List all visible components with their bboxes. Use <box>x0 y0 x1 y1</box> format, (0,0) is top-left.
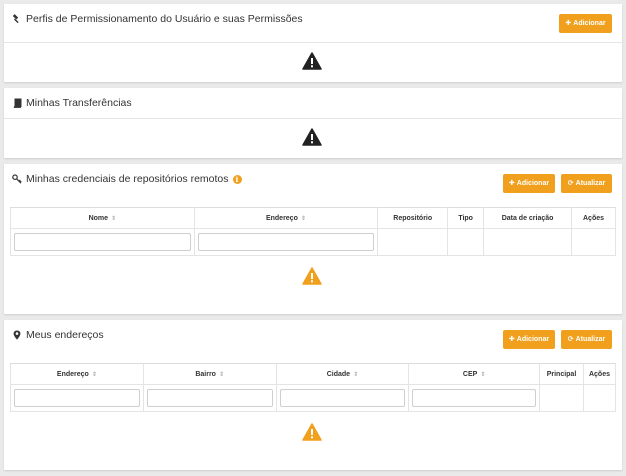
column-header-endereco[interactable]: Endereço ⇕ <box>193 207 379 229</box>
credentials-table: Nome ⇕ Endereço ⇕ Repositório Tipo Data de… <box>10 207 616 256</box>
column-header-nome[interactable]: Nome ⇕ <box>10 207 195 229</box>
sort-icon: ⇕ <box>300 215 306 222</box>
profiles-divider <box>4 42 622 43</box>
addresses-add-button[interactable]: ✚ Adicionar <box>503 330 555 349</box>
column-header-cep[interactable]: CEP ⇕ <box>408 363 541 385</box>
profiles-add-label: Adicionar <box>573 20 606 27</box>
plus-icon: ✚ <box>508 336 515 343</box>
transfers-panel: Minhas Transferências <box>4 88 622 158</box>
sort-icon: ⇕ <box>91 371 97 378</box>
sort-icon: ⇕ <box>111 215 117 222</box>
plus-icon: ✚ <box>565 20 572 27</box>
sort-icon: ⇕ <box>353 371 359 378</box>
profiles-panel-title: Perfis de Permissionamento do Usuário e … <box>12 13 303 25</box>
credentials-title-text: Minhas credenciais de repositórios remot… <box>26 173 229 185</box>
warning-icon <box>302 52 322 70</box>
credentials-refresh-button[interactable]: ⟳ Atualizar <box>561 174 612 193</box>
refresh-icon: ⟳ <box>567 336 574 343</box>
table-header-row: Endereço ⇕ Bairro ⇕ Cidade ⇕ CEP ⇕ Principal… <box>10 363 617 385</box>
credentials-add-label: Adicionar <box>516 180 550 187</box>
addresses-refresh-label: Atualizar <box>575 336 606 343</box>
credentials-refresh-label: Atualizar <box>575 180 606 187</box>
filter-row <box>10 384 617 412</box>
transfers-title-text: Minhas Transferências <box>26 97 132 109</box>
street-filter-input[interactable] <box>14 389 140 407</box>
table-header-row: Nome ⇕ Endereço ⇕ Repositório Tipo Data de… <box>10 207 616 229</box>
profiles-add-button[interactable]: ✚ Adicionar <box>559 14 612 33</box>
warning-icon <box>302 423 322 441</box>
column-header-acoes: Ações <box>571 207 616 229</box>
refresh-icon: ⟳ <box>567 180 574 187</box>
addresses-panel: Meus endereços ✚ Adicionar ⟳ Atualizar E… <box>4 320 622 470</box>
plus-icon: ✚ <box>508 180 515 187</box>
book-icon <box>12 98 22 108</box>
gavel-icon <box>12 14 22 24</box>
column-header-repositorio: Repositório <box>377 207 449 229</box>
column-header-tipo: Tipo <box>447 207 485 229</box>
sort-icon: ⇕ <box>218 371 224 378</box>
addresses-refresh-button[interactable]: ⟳ Atualizar <box>561 330 612 349</box>
column-header-acoes: Ações <box>582 363 617 385</box>
column-header-cidade[interactable]: Cidade ⇕ <box>275 363 410 385</box>
transfers-divider <box>4 118 622 119</box>
transfers-panel-title: Minhas Transferências <box>12 97 132 109</box>
column-header-bairro[interactable]: Bairro ⇕ <box>142 363 277 385</box>
addresses-title-text: Meus endereços <box>26 329 104 341</box>
credentials-add-button[interactable]: ✚ Adicionar <box>503 174 555 193</box>
info-icon[interactable]: i <box>232 174 242 184</box>
profiles-title-text: Perfis de Permissionamento do Usuário e … <box>26 13 303 25</box>
profiles-panel: Perfis de Permissionamento do Usuário e … <box>4 4 622 82</box>
map-marker-icon <box>12 330 22 340</box>
column-header-data-criacao: Data de criação <box>483 207 573 229</box>
cep-filter-input[interactable] <box>412 389 537 407</box>
filter-row <box>10 228 616 256</box>
column-header-endereco[interactable]: Endereço ⇕ <box>10 363 144 385</box>
name-filter-input[interactable] <box>14 233 191 251</box>
address-filter-input[interactable] <box>197 233 375 251</box>
warning-icon <box>302 267 322 285</box>
neighborhood-filter-input[interactable] <box>146 389 273 407</box>
key-icon <box>12 174 22 184</box>
sort-icon: ⇕ <box>480 371 486 378</box>
addresses-panel-title: Meus endereços <box>12 329 104 341</box>
warning-icon <box>302 128 322 146</box>
addresses-add-label: Adicionar <box>516 336 550 343</box>
column-header-principal: Principal <box>539 363 584 385</box>
credentials-panel: Minhas credenciais de repositórios remot… <box>4 164 622 314</box>
addresses-table: Endereço ⇕ Bairro ⇕ Cidade ⇕ CEP ⇕ Principal… <box>10 363 617 412</box>
credentials-panel-title: Minhas credenciais de repositórios remot… <box>12 173 242 185</box>
city-filter-input[interactable] <box>279 389 406 407</box>
